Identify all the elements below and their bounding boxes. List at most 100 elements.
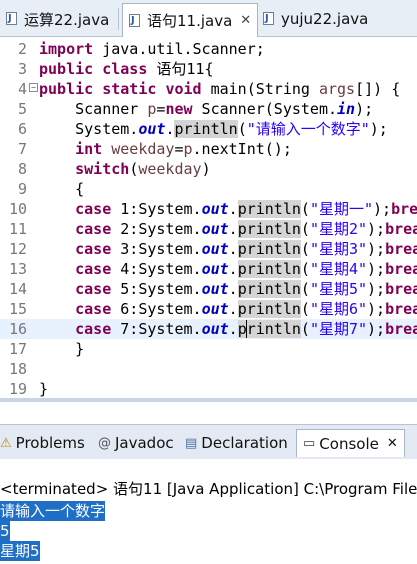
code-token: weekday <box>111 140 175 158</box>
code-line[interactable]: 19} <box>0 379 417 399</box>
code-token: out <box>201 300 229 318</box>
code-token: break <box>385 240 417 258</box>
code-token: ( <box>300 320 310 338</box>
code-line[interactable]: 13 case 4:System.out.println("星期4");brea… <box>0 259 417 279</box>
code-token: void <box>165 80 202 98</box>
code-line[interactable]: 6 System.out.println("请输入一个数字"); <box>0 119 417 139</box>
code-text: case 3:System.out.println("星期3");break <box>39 239 417 259</box>
java-file-icon: J <box>129 13 142 28</box>
code-text: switch(weekday) <box>39 159 211 179</box>
code-token: println <box>237 240 301 258</box>
code-token: public <box>39 80 94 98</box>
line-number: 3 <box>17 60 27 78</box>
code-token: "星期5" <box>309 280 368 298</box>
code-token: "星期2" <box>309 220 368 238</box>
panel-divider[interactable] <box>0 398 417 402</box>
code-text: case 1:System.out.println("星期一");break <box>39 199 417 219</box>
code-token: p <box>183 140 193 158</box>
code-line[interactable]: 4− public static void main(String args[])… <box>0 79 417 99</box>
code-editor[interactable]: 2 import java.util.Scanner; 3 public class … <box>0 37 417 399</box>
code-token: ( <box>300 200 310 218</box>
code-token: println <box>237 280 301 298</box>
code-line[interactable]: 2 import java.util.Scanner; <box>0 39 417 59</box>
code-token: java.util.Scanner; <box>93 40 265 58</box>
code-text: { <box>39 179 84 199</box>
code-token: case <box>75 260 112 278</box>
code-line[interactable]: 17 } <box>0 339 417 359</box>
line-number: 12 <box>8 240 27 258</box>
code-token: 7:System. <box>111 320 202 338</box>
line-number: 4 <box>17 80 27 98</box>
code-line[interactable]: 12 case 3:System.out.println("星期3");brea… <box>0 239 417 259</box>
console-output[interactable]: <terminated> 语句11 [Java Application] C:\… <box>0 459 417 564</box>
tab-yuju22[interactable]: J yuju22.java <box>257 4 374 34</box>
code-text: case 5:System.out.println("星期5");break <box>39 279 417 299</box>
code-line[interactable]: 3 public class 语句11{ <box>0 59 417 79</box>
code-token: println <box>237 320 301 338</box>
code-text: import java.util.Scanner; <box>39 39 265 59</box>
tab-problems[interactable]: ⚠ Problems <box>0 429 85 457</box>
close-icon[interactable]: ✕ <box>240 13 251 28</box>
code-token: out <box>201 220 229 238</box>
code-token: in <box>337 100 356 118</box>
console-line: 星期5 <box>0 541 40 561</box>
code-token: Scanner(System. <box>192 100 338 118</box>
code-token: 语句11{ <box>147 60 214 78</box>
tab-console[interactable]: ▭ Console ✕ <box>296 429 405 457</box>
code-token: out <box>201 280 229 298</box>
tab-label: Console <box>319 434 379 453</box>
code-token: . <box>228 200 238 218</box>
console-line: 5 <box>0 521 10 541</box>
tab-javadoc[interactable]: @ Javadoc <box>98 429 174 457</box>
code-text: int weekday=p.nextInt(); <box>39 139 292 159</box>
code-text: } <box>39 379 48 399</box>
code-token: break <box>385 320 417 338</box>
code-text: } <box>39 339 84 359</box>
code-token: ); <box>367 320 386 338</box>
line-number: 10 <box>8 200 27 218</box>
code-token: ) <box>201 160 211 178</box>
code-token: "星期4" <box>309 260 368 278</box>
code-token: . <box>228 280 238 298</box>
code-text: case 7:System.out.println("星期7");break <box>39 319 417 339</box>
code-token: } <box>39 380 49 398</box>
code-token: ); <box>369 120 388 138</box>
code-token: static <box>102 80 157 98</box>
java-file-icon: J <box>6 12 19 26</box>
fold-toggle-icon[interactable]: − <box>29 83 38 92</box>
code-token: "星期7" <box>309 320 368 338</box>
code-token: break <box>391 200 417 218</box>
tab-declaration[interactable]: ▤ Declaration <box>185 429 288 457</box>
console-line: 请输入一个数字 <box>0 501 106 521</box>
code-token: case <box>75 300 112 318</box>
code-line[interactable]: 8 switch(weekday) <box>0 159 417 179</box>
code-token: 1:System. <box>111 200 202 218</box>
tab-yuju11[interactable]: J 语句11.java ✕ <box>122 3 259 37</box>
code-line[interactable]: 16 case 7:System.out.println("星期7");brea… <box>0 319 417 339</box>
code-token: out <box>201 200 229 218</box>
close-icon[interactable]: ✕ <box>387 436 398 451</box>
code-token: out <box>201 260 229 278</box>
code-line[interactable]: 7 int weekday=p.nextInt(); <box>0 139 417 159</box>
code-token: = <box>174 140 184 158</box>
code-token: 5:System. <box>111 280 202 298</box>
code-text: case 6:System.out.println("星期6");break <box>39 299 417 319</box>
code-line[interactable]: 9 { <box>0 179 417 199</box>
code-token: ); <box>355 100 374 118</box>
code-line[interactable]: 15 case 6:System.out.println("星期6");brea… <box>0 299 417 319</box>
tab-yunsuan22[interactable]: J 运算22.java <box>0 4 115 34</box>
code-token: []) { <box>355 80 401 98</box>
code-token: new <box>165 100 193 118</box>
code-token: println <box>237 220 301 238</box>
code-line[interactable]: 5 Scanner p=new Scanner(System.in); <box>0 99 417 119</box>
console-icon: ▭ <box>303 436 316 451</box>
code-line[interactable]: 10 case 1:System.out.println("星期一");brea… <box>0 199 417 219</box>
code-token: ); <box>367 300 386 318</box>
code-line[interactable]: 14 case 5:System.out.println("星期5");brea… <box>0 279 417 299</box>
code-line[interactable]: 11 case 2:System.out.println("星期2");brea… <box>0 219 417 239</box>
code-line[interactable]: 18 <box>0 359 417 379</box>
java-file-icon: J <box>263 12 276 26</box>
